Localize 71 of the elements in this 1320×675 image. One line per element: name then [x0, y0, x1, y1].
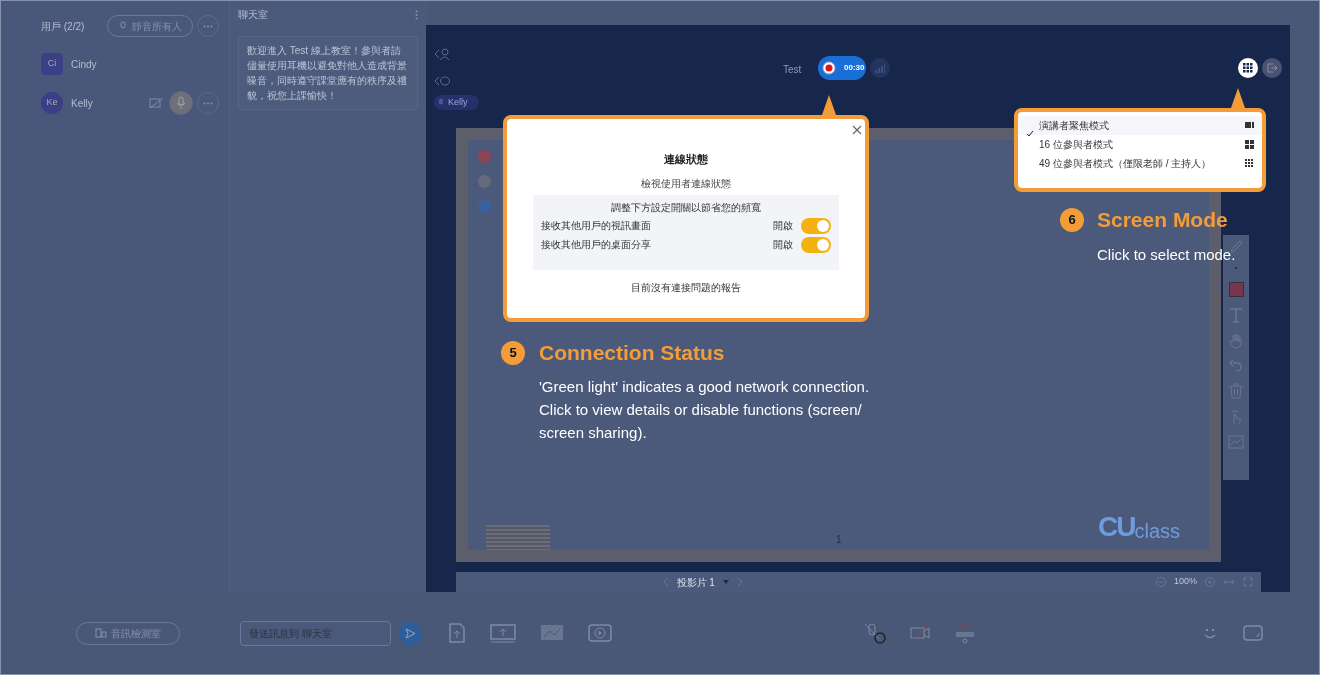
callout-text: Click to select mode.	[1097, 245, 1236, 265]
layout-icon	[1245, 140, 1254, 149]
popup-title: 連線狀態	[664, 152, 708, 167]
signal-icon	[875, 63, 885, 73]
undo-icon[interactable]	[1229, 359, 1243, 373]
camera-off-icon[interactable]	[910, 625, 930, 641]
zoom-out-icon[interactable]	[1155, 577, 1166, 587]
zoom-level: 100%	[1173, 575, 1197, 589]
mode-option[interactable]: 16 位參與者模式	[1018, 135, 1262, 154]
screen-mode-button[interactable]	[1238, 58, 1258, 78]
slide-selector[interactable]: 投影片 1	[676, 574, 715, 590]
hand-icon[interactable]	[1229, 333, 1243, 349]
previous-icon[interactable]	[662, 577, 669, 587]
layout-icon	[1245, 159, 1254, 168]
settings-heading: 調整下方設定開關以節省您的頻寬	[610, 200, 762, 215]
camera-off-icon[interactable]	[149, 97, 165, 109]
user-name: Cindy	[71, 57, 97, 72]
user-avatar: Ke	[41, 92, 63, 114]
trash-icon[interactable]	[1229, 383, 1243, 399]
recording-timer-button[interactable]: 00:30	[818, 56, 866, 80]
paper-stack	[486, 525, 550, 550]
next-icon[interactable]	[736, 577, 743, 587]
mode-option[interactable]: 演講者聚焦模式	[1018, 116, 1262, 135]
user-panel-toggle-icon[interactable]	[434, 47, 450, 61]
record-icon	[822, 61, 836, 75]
setting-label: 接收其他用戶的視訊畫面	[541, 219, 651, 233]
color-swatch[interactable]	[1228, 282, 1244, 297]
class-name: Test	[783, 63, 802, 77]
microphone-button[interactable]	[169, 91, 193, 115]
exit-icon	[1266, 63, 1278, 73]
toggle-switch[interactable]	[801, 236, 831, 253]
layout-icon	[1245, 121, 1254, 130]
setting-state: 開啟	[773, 219, 793, 233]
zoom-in-icon[interactable]	[1204, 577, 1215, 587]
user-name: Kelly	[71, 96, 93, 111]
window-icon[interactable]	[1243, 624, 1263, 642]
more-icon[interactable]	[415, 9, 418, 20]
muted-microphone-icon[interactable]	[862, 622, 886, 644]
speaker-icon	[95, 628, 107, 638]
fit-width-icon[interactable]	[1222, 578, 1235, 586]
chat-title: 聊天室	[238, 8, 268, 22]
chart-icon[interactable]	[1228, 435, 1244, 449]
signal-button[interactable]	[870, 58, 890, 78]
logo: CUclass	[1098, 513, 1181, 541]
popup-subtitle: 檢視使用者連線狀態	[641, 176, 731, 191]
chat-toggle-icon[interactable]	[434, 75, 450, 87]
screen-share-icon[interactable]	[490, 623, 516, 643]
more-icon	[203, 24, 213, 28]
callout-title: Connection Status	[539, 340, 725, 366]
panel-title: 用戶 (2/2)	[41, 19, 85, 34]
text-tool-icon[interactable]	[1229, 307, 1243, 323]
close-icon[interactable]	[852, 125, 862, 135]
caret-icon[interactable]	[722, 580, 729, 584]
mode-option[interactable]: 49 位參與者模式（僅限老師 / 主持人）	[1018, 154, 1262, 173]
popup-footer: 目前沒有連接問題的報告	[631, 279, 741, 295]
file-upload-icon[interactable]	[448, 623, 466, 643]
toggle-switch[interactable]	[801, 217, 831, 234]
setting-state: 開啟	[773, 238, 793, 252]
grid-icon	[1243, 63, 1253, 73]
user-avatar: Ci	[41, 53, 63, 75]
setting-label: 接收其他用戶的桌面分享	[541, 238, 651, 252]
send-icon	[405, 627, 416, 639]
callout-title: Screen Mode	[1097, 207, 1228, 233]
speaker-name: Kelly	[448, 95, 468, 109]
whiteboard-icon[interactable]	[540, 623, 564, 643]
send-button[interactable]	[399, 621, 422, 645]
more-icon	[203, 101, 213, 105]
check-icon	[1026, 130, 1034, 138]
video-play-icon[interactable]	[588, 623, 612, 643]
callout-text: 'Green light' indicates a good network connection. Click to view details or disable functions (screen/ screen sharing).	[539, 377, 870, 443]
chat-message: 歡迎進入 Test 線上教室！參與者請儘量使用耳機以避免對他人造成背景噪音，同時遵守課堂應有的秩序及禮貌，祝您上課愉快！	[238, 36, 418, 110]
